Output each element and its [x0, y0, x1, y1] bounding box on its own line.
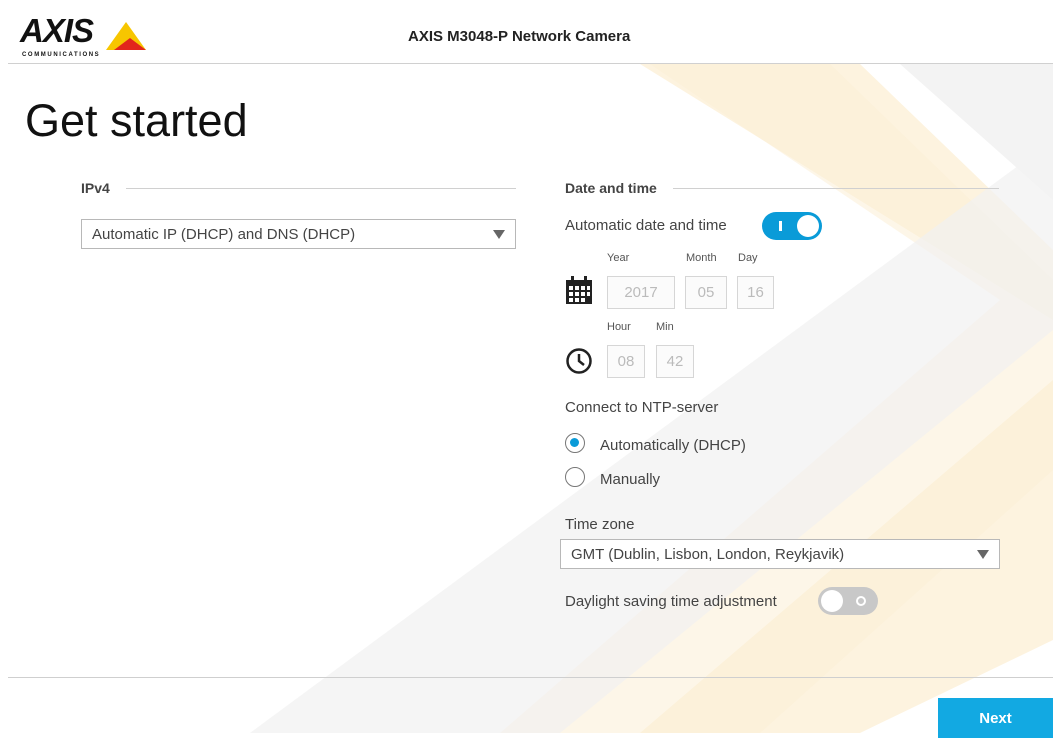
ipv4-heading: IPv4 — [81, 180, 516, 196]
footer-divider — [8, 677, 1053, 678]
radio-selected-dot — [570, 438, 579, 447]
auto-datetime-label: Automatic date and time — [565, 217, 727, 234]
timezone-value: GMT (Dublin, Lisbon, London, Reykjavik) — [571, 545, 845, 563]
timezone-label: Time zone — [565, 516, 635, 533]
ipv4-mode-select[interactable]: Automatic IP (DHCP) and DNS (DHCP) — [81, 219, 516, 249]
chevron-down-icon — [493, 229, 505, 239]
datetime-heading-rule — [672, 187, 999, 189]
min-label: Min — [656, 321, 674, 333]
page-title: Get started — [25, 95, 248, 146]
toggle-off-mark-icon — [856, 596, 866, 606]
axis-logo: AXIS COMMUNICATIONS — [20, 12, 160, 62]
toggle-knob — [797, 215, 819, 237]
ntp-manual-radio[interactable] — [565, 467, 585, 487]
month-field[interactable]: 05 — [685, 276, 727, 309]
logo-triangle-icon — [106, 22, 146, 50]
logo-wordmark: AXIS — [20, 12, 94, 49]
auto-datetime-toggle[interactable] — [762, 212, 822, 240]
dst-toggle[interactable] — [818, 587, 878, 615]
ipv4-heading-rule — [125, 187, 516, 189]
year-label: Year — [607, 252, 630, 264]
year-field[interactable]: 2017 — [607, 276, 675, 309]
ntp-auto-radio[interactable] — [565, 433, 585, 453]
ntp-auto-label[interactable]: Automatically (DHCP) — [600, 437, 746, 454]
ipv4-mode-value: Automatic IP (DHCP) and DNS (DHCP) — [92, 225, 356, 243]
day-field[interactable]: 16 — [737, 276, 774, 309]
toggle-knob — [821, 590, 843, 612]
ipv4-heading-text: IPv4 — [81, 180, 110, 196]
clock-icon — [566, 348, 592, 374]
logo-subtext: COMMUNICATIONS — [22, 52, 101, 58]
datetime-heading: Date and time — [565, 180, 999, 196]
chevron-down-icon — [977, 549, 989, 559]
calendar-icon — [566, 276, 592, 304]
month-label: Month — [686, 252, 717, 264]
hour-label: Hour — [607, 321, 631, 333]
timezone-select[interactable]: GMT (Dublin, Lisbon, London, Reykjavik) — [560, 539, 1000, 569]
hour-field[interactable]: 08 — [607, 345, 645, 378]
datetime-heading-text: Date and time — [565, 180, 657, 196]
day-label: Day — [738, 252, 758, 264]
next-button[interactable]: Next — [938, 698, 1053, 738]
ntp-manual-label[interactable]: Manually — [600, 471, 660, 488]
min-field[interactable]: 42 — [656, 345, 694, 378]
toggle-on-mark-icon — [779, 221, 782, 231]
header-divider — [8, 63, 1053, 64]
dst-label: Daylight saving time adjustment — [565, 593, 777, 610]
device-title: AXIS M3048-P Network Camera — [408, 28, 631, 45]
ntp-label: Connect to NTP-server — [565, 399, 719, 416]
